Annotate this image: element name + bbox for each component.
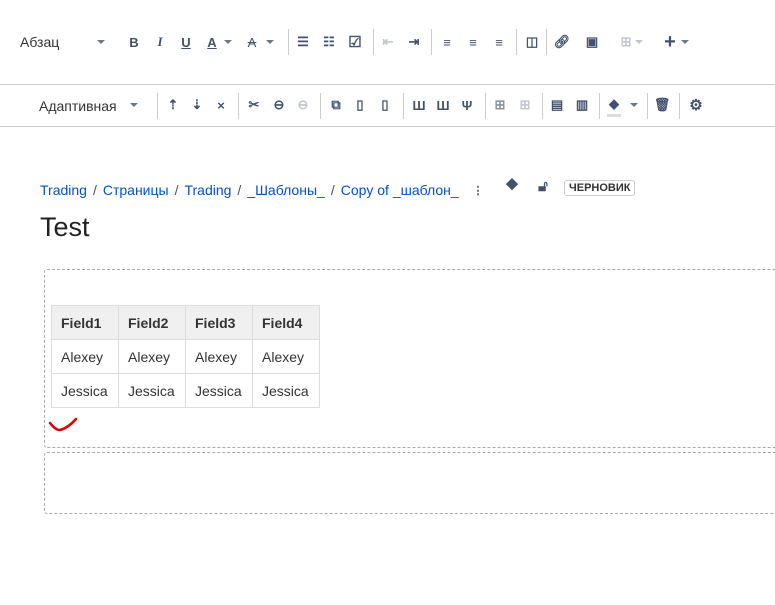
insert-column-left-icon[interactable]: Ш <box>409 95 429 115</box>
layout-icon[interactable]: ◫ <box>522 32 542 52</box>
paragraph-style-select[interactable]: Абзац <box>20 34 59 50</box>
divider <box>516 29 517 55</box>
delete-column-icon[interactable]: Ψ <box>457 95 477 115</box>
divider <box>647 93 648 119</box>
task-list-icon[interactable]: ☑ <box>345 32 365 52</box>
breadcrumb-link[interactable]: Copy of _шаблон_ <box>341 182 459 198</box>
header-row-icon[interactable]: ▤ <box>547 95 567 115</box>
tag-icon[interactable]: ◆ <box>502 173 522 193</box>
chevron-down-icon[interactable] <box>224 40 232 44</box>
chevron-down-icon[interactable] <box>635 40 643 44</box>
table-cell[interactable]: Jessica <box>118 373 186 408</box>
insert-column-right-icon[interactable]: Ш <box>433 95 453 115</box>
breadcrumb-link[interactable]: Trading <box>184 182 231 198</box>
header-column-icon[interactable]: ▥ <box>572 95 592 115</box>
breadcrumb-link[interactable]: Trading <box>40 182 87 198</box>
image-icon[interactable]: ▣ <box>582 32 602 52</box>
outdent-icon[interactable]: ⇤ <box>378 32 398 52</box>
cell-info-icon[interactable]: ▯ <box>375 95 395 115</box>
table-header-row: Field1 Field2 Field3 Field4 <box>51 305 320 340</box>
divider <box>431 29 432 55</box>
red-checkmark-annotation <box>48 417 78 432</box>
table-cell[interactable]: Jessica <box>185 373 253 408</box>
table-cell[interactable]: Alexey <box>118 339 186 374</box>
breadcrumb-link[interactable]: _Шаблоны_ <box>247 182 325 198</box>
cut-row-icon[interactable]: ✂ <box>244 95 264 115</box>
align-center-icon[interactable]: ≡ <box>463 32 483 52</box>
table-header[interactable]: Field4 <box>252 305 320 340</box>
table-cell[interactable]: Alexey <box>51 339 119 374</box>
divider <box>403 93 404 119</box>
data-table[interactable]: Field1 Field2 Field3 Field4 Alexey Alexey Ale… <box>51 305 320 408</box>
merge-cells-icon[interactable]: ⧉ <box>326 95 346 115</box>
divider <box>373 29 374 55</box>
table-header[interactable]: Field3 <box>185 305 253 340</box>
delete-row-icon[interactable]: × <box>211 95 231 115</box>
paste-row-icon[interactable]: ⊖ <box>293 95 313 115</box>
breadcrumb: Trading / Страницы / Trading / _Шаблоны_ / Copy … <box>40 182 459 198</box>
trash-icon[interactable]: 🗑︎ <box>652 95 672 115</box>
divider <box>485 93 486 119</box>
underline-icon[interactable]: U <box>176 32 196 52</box>
divider <box>288 29 289 55</box>
divider <box>546 29 547 55</box>
page-title[interactable]: Test <box>40 212 90 243</box>
table-grid-icon[interactable]: ⊞ <box>515 95 535 115</box>
chevron-down-icon[interactable] <box>97 40 105 44</box>
chevron-down-icon[interactable] <box>681 40 689 44</box>
split-cell-icon[interactable]: ▯ <box>350 95 370 115</box>
indent-icon[interactable]: ⇥ <box>404 32 424 52</box>
table-cell[interactable]: Jessica <box>252 373 320 408</box>
divider <box>0 84 775 85</box>
content-section[interactable] <box>44 452 775 514</box>
table-borders-icon[interactable]: ⊞ <box>490 95 510 115</box>
status-badge: ЧЕРНОВИК <box>564 180 636 196</box>
clear-format-icon[interactable]: A <box>242 32 262 52</box>
table-row: Alexey Alexey Alexey Alexey <box>51 339 320 374</box>
divider <box>0 126 775 127</box>
divider <box>679 93 680 119</box>
bullet-list-icon[interactable]: ☰ <box>293 32 313 52</box>
table-cell[interactable]: Alexey <box>185 339 253 374</box>
breadcrumb-link[interactable]: Страницы <box>103 182 169 198</box>
chevron-down-icon[interactable] <box>266 40 274 44</box>
numbered-list-icon[interactable]: ☷ <box>319 32 339 52</box>
color-swatch <box>607 114 621 117</box>
link-icon[interactable]: 🔗︎ <box>552 32 572 52</box>
italic-icon[interactable]: I <box>150 32 170 52</box>
page-tree-icon[interactable]: ⋮ <box>468 180 488 200</box>
gear-icon[interactable]: ⚙ <box>686 95 706 115</box>
divider <box>320 93 321 119</box>
table-header[interactable]: Field2 <box>118 305 186 340</box>
bold-icon[interactable]: B <box>124 32 144 52</box>
divider <box>238 93 239 119</box>
align-left-icon[interactable]: ≡ <box>437 32 457 52</box>
table-cell[interactable]: Alexey <box>252 339 320 374</box>
table-icon[interactable]: ⊞ <box>616 32 636 52</box>
chevron-down-icon[interactable] <box>130 103 138 107</box>
divider <box>542 93 543 119</box>
text-color-icon[interactable]: A <box>202 32 222 52</box>
chevron-down-icon[interactable] <box>630 103 638 107</box>
cell-color-icon[interactable]: ◆ <box>604 94 624 114</box>
unlock-icon[interactable]: 🔓︎ <box>533 176 553 196</box>
table-header[interactable]: Field1 <box>51 305 119 340</box>
divider <box>157 93 158 119</box>
align-right-icon[interactable]: ≡ <box>489 32 509 52</box>
copy-row-icon[interactable]: ⊖ <box>269 95 289 115</box>
insert-row-above-icon[interactable]: ⇡ <box>163 95 183 115</box>
table-cell[interactable]: Jessica <box>51 373 119 408</box>
table-width-select[interactable]: Адаптивная <box>39 98 117 114</box>
table-row: Jessica Jessica Jessica Jessica <box>51 373 320 408</box>
plus-icon[interactable]: + <box>660 31 680 53</box>
divider <box>599 93 600 119</box>
insert-row-below-icon[interactable]: ⇣ <box>187 95 207 115</box>
